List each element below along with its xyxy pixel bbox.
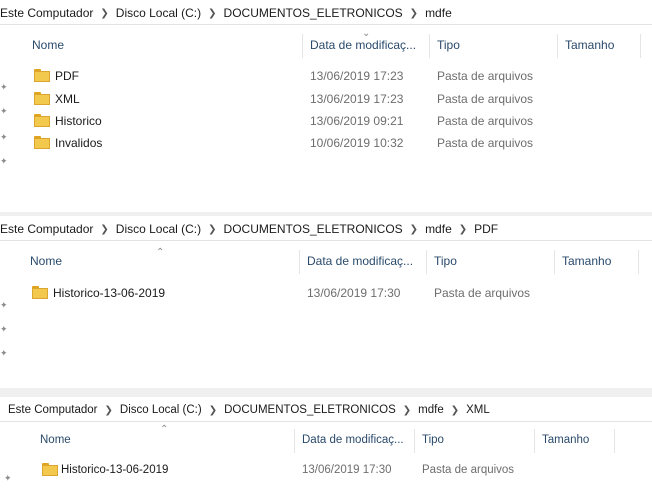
chevron-right-icon: ❯ [409,223,419,235]
column-divider[interactable] [429,34,430,58]
column-header-type[interactable]: Tipo [437,32,460,58]
column-header-date[interactable]: Data de modificaç... [302,427,404,453]
column-divider[interactable] [614,429,615,453]
folder-icon [32,286,48,299]
column-divider[interactable] [414,429,415,453]
breadcrumb-item-este-computador[interactable]: Este Computador [0,222,93,236]
item-date: 13/06/2019 17:23 [310,69,404,83]
folder-icon [34,69,50,82]
breadcrumb-item-este-computador[interactable]: Este Computador [8,404,98,416]
chevron-right-icon: ❯ [104,404,113,416]
column-header-name[interactable]: Nome [30,248,62,274]
pin-icon[interactable]: ✦ [0,324,8,335]
column-divider[interactable] [554,250,555,274]
item-type: Pasta de arquivos [434,286,531,300]
column-header-type[interactable]: Tipo [422,427,444,453]
breadcrumb-item-documentos-eletronicos[interactable]: DOCUMENTOS_ELETRONICOS [224,222,403,236]
breadcrumb-item-documentos-eletronicos[interactable]: DOCUMENTOS_ELETRONICOS [224,6,403,20]
breadcrumb: Este Computador ❯ Disco Local (C:) ❯ DOC… [0,218,652,241]
pin-icon[interactable]: ✦ [0,156,8,167]
explorer-pane-xml: Este Computador ❯ Disco Local (C:) ❯ DOC… [0,397,652,495]
column-divider[interactable] [640,34,641,58]
item-type: Pasta de arquivos [437,114,534,128]
item-date: 10/06/2019 10:32 [310,136,404,150]
item-name: PDF [55,69,79,83]
list-item[interactable]: Historico-13-06-2019 13/06/2019 17:30 Pa… [0,282,652,304]
column-header-name[interactable]: Nome [32,32,64,58]
chevron-right-icon: ❯ [402,404,412,416]
breadcrumb-item-mdfe[interactable]: mdfe [425,222,452,236]
list-item[interactable]: XML 13/06/2019 17:23 Pasta de arquivos [0,88,652,110]
chevron-right-icon: ❯ [409,7,419,19]
list-item[interactable]: Invalidos 10/06/2019 10:32 Pasta de arqu… [0,132,652,154]
breadcrumb-item-documentos-eletronicos[interactable]: DOCUMENTOS_ELETRONICOS [224,404,396,416]
item-name: XML [55,92,80,106]
item-type: Pasta de arquivos [437,69,534,83]
chevron-right-icon: ❯ [458,223,468,235]
column-divider[interactable] [294,429,295,453]
pane-divider [0,388,652,397]
column-header-name[interactable]: Nome [40,427,71,453]
column-header-size[interactable]: Tamanho [562,248,611,274]
column-header-date[interactable]: Data de modificaç... [307,248,413,274]
chevron-right-icon: ❯ [100,223,109,235]
list-item[interactable]: Historico 13/06/2019 09:21 Pasta de arqu… [0,110,652,132]
breadcrumb-item-disco-local[interactable]: Disco Local (C:) [116,222,201,236]
column-header-date[interactable]: Data de modificaç... [310,32,416,58]
folder-icon [42,463,58,476]
column-divider[interactable] [302,34,303,58]
breadcrumb: Este Computador ❯ Disco Local (C:) ❯ DOC… [0,399,652,422]
item-date: 13/06/2019 17:30 [307,286,401,300]
item-type: Pasta de arquivos [437,92,534,106]
column-header-type[interactable]: Tipo [434,248,457,274]
breadcrumb-item-mdfe[interactable]: mdfe [425,6,452,20]
list-item[interactable]: PDF 13/06/2019 17:23 Pasta de arquivos [0,65,652,87]
column-header-row: Nome Data de modificaç... Tipo Tamanho [0,248,652,274]
item-date: 13/06/2019 17:30 [302,464,392,476]
breadcrumb-item-disco-local[interactable]: Disco Local (C:) [116,6,201,20]
item-name: Historico [55,114,102,128]
breadcrumb-item-xml[interactable]: XML [466,404,490,416]
chevron-right-icon: ❯ [208,404,218,416]
chevron-right-icon: ❯ [208,7,217,19]
folder-icon [34,114,50,127]
breadcrumb-item-este-computador[interactable]: Este Computador [0,6,93,20]
column-header-size[interactable]: Tamanho [565,32,614,58]
breadcrumb-item-disco-local[interactable]: Disco Local (C:) [120,404,202,416]
folder-icon [34,136,50,149]
breadcrumb-item-pdf[interactable]: PDF [474,222,498,236]
item-date: 13/06/2019 09:21 [310,114,404,128]
column-divider[interactable] [534,429,535,453]
folder-icon [34,92,50,105]
column-divider[interactable] [299,250,300,274]
explorer-pane-pdf: Este Computador ❯ Disco Local (C:) ❯ DOC… [0,216,652,388]
column-divider[interactable] [557,34,558,58]
item-name: Historico-13-06-2019 [53,286,166,300]
item-type: Pasta de arquivos [422,464,515,476]
item-name: Historico-13-06-2019 [61,464,169,476]
chevron-right-icon: ❯ [100,7,109,19]
item-date: 13/06/2019 17:23 [310,92,404,106]
item-type: Pasta de arquivos [437,136,534,150]
column-header-size[interactable]: Tamanho [542,427,589,453]
explorer-pane-mdfe: Este Computador ❯ Disco Local (C:) ❯ DOC… [0,0,652,212]
chevron-right-icon: ❯ [208,223,217,235]
chevron-right-icon: ❯ [450,404,460,416]
pin-icon[interactable]: ✦ [0,348,8,359]
item-name: Invalidos [55,136,103,150]
column-divider[interactable] [426,250,427,274]
breadcrumb: Este Computador ❯ Disco Local (C:) ❯ DOC… [0,2,652,25]
column-divider[interactable] [638,250,639,274]
breadcrumb-item-mdfe[interactable]: mdfe [418,404,444,416]
list-item[interactable]: Historico-13-06-2019 13/06/2019 17:30 Pa… [0,459,652,481]
column-header-row: Nome ⌄ Data de modificaç... Tipo Tamanho [0,29,652,58]
column-header-row: Nome Data de modificaç... Tipo Tamanho [0,427,652,453]
